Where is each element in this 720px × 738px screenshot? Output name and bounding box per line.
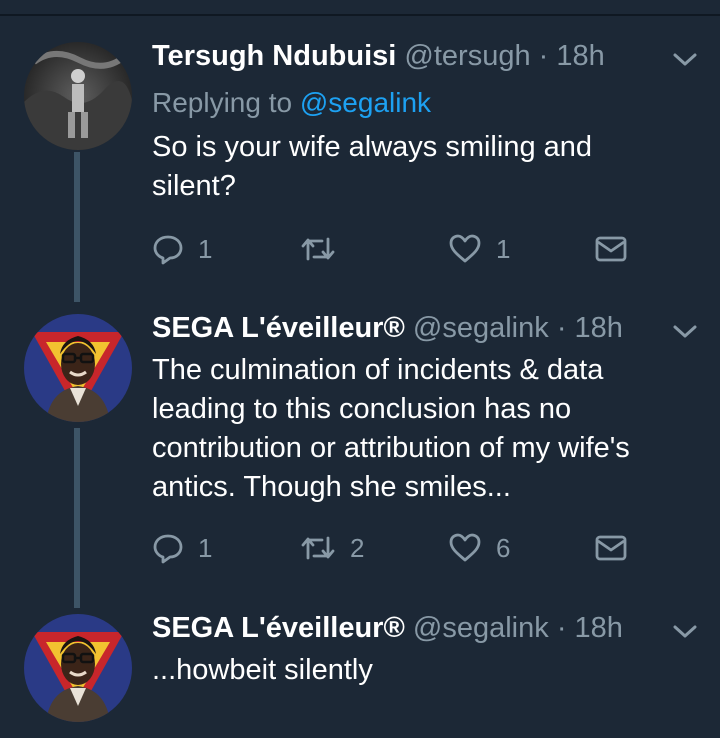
- avatar[interactable]: [24, 614, 132, 722]
- retweet-button[interactable]: [300, 229, 350, 269]
- direct-message-button[interactable]: [595, 229, 627, 269]
- reply-button[interactable]: 1: [152, 229, 212, 269]
- message-icon: [595, 535, 627, 561]
- reply-button[interactable]: 1: [152, 528, 212, 568]
- retweet-button[interactable]: 2: [300, 528, 364, 568]
- like-count: 6: [496, 532, 511, 563]
- tweet-text: The culmination of incidents & data lead…: [152, 354, 630, 503]
- user-handle[interactable]: @segalink: [413, 612, 549, 644]
- timestamp[interactable]: 18h: [575, 312, 623, 344]
- tweet-actions: 1 1: [152, 229, 652, 269]
- direct-message-button[interactable]: [595, 528, 627, 568]
- separator: ·: [556, 612, 567, 644]
- like-icon: [449, 533, 481, 562]
- top-divider: [0, 14, 720, 16]
- avatar[interactable]: [24, 314, 132, 422]
- user-handle[interactable]: @segalink: [413, 312, 549, 344]
- avatar[interactable]: [24, 42, 132, 150]
- timestamp[interactable]: 18h: [556, 40, 604, 72]
- display-name[interactable]: SEGA L'éveilleur®: [152, 312, 405, 344]
- retweet-icon: [301, 536, 335, 560]
- like-icon: [449, 234, 481, 263]
- timestamp[interactable]: 18h: [575, 612, 623, 644]
- separator: ·: [556, 312, 567, 344]
- reply-count: 1: [198, 233, 213, 264]
- tweet[interactable]: SEGA L'éveilleur® @segalink · 18h ...how…: [0, 608, 720, 738]
- reply-icon: [153, 534, 183, 564]
- message-icon: [595, 236, 627, 262]
- tweet-header: Tersugh Ndubuisi @tersugh · 18h: [152, 36, 605, 76]
- display-name[interactable]: SEGA L'éveilleur®: [152, 612, 405, 644]
- chevron-down-icon[interactable]: [672, 324, 698, 340]
- replying-handle-link[interactable]: @segalink: [300, 87, 431, 118]
- separator: ·: [538, 40, 549, 72]
- user-handle[interactable]: @tersugh: [404, 40, 530, 72]
- retweet-count: 2: [350, 532, 365, 563]
- chevron-down-icon[interactable]: [672, 52, 698, 68]
- display-name[interactable]: Tersugh Ndubuisi: [152, 40, 396, 72]
- tweet-text: ...howbeit silently: [152, 654, 373, 686]
- tweet[interactable]: Tersugh Ndubuisi @tersugh · 18h Replying…: [0, 36, 720, 296]
- tweet-text: So is your wife always smiling and silen…: [152, 131, 593, 202]
- replying-to: Replying to @segalink: [152, 84, 431, 122]
- like-button[interactable]: 6: [448, 528, 510, 568]
- tweet-header: SEGA L'éveilleur® @segalink · 18h: [152, 608, 623, 648]
- tweet-actions: 1 2 6: [152, 528, 652, 568]
- reply-count: 1: [198, 532, 213, 563]
- like-count: 1: [496, 233, 511, 264]
- tweet-header: SEGA L'éveilleur® @segalink · 18h: [152, 308, 623, 348]
- tweet[interactable]: SEGA L'éveilleur® @segalink · 18h The cu…: [0, 308, 720, 588]
- chevron-down-icon[interactable]: [672, 624, 698, 640]
- like-button[interactable]: 1: [448, 229, 510, 269]
- reply-icon: [153, 235, 183, 265]
- retweet-icon: [301, 237, 335, 261]
- replying-label: Replying to: [152, 87, 293, 118]
